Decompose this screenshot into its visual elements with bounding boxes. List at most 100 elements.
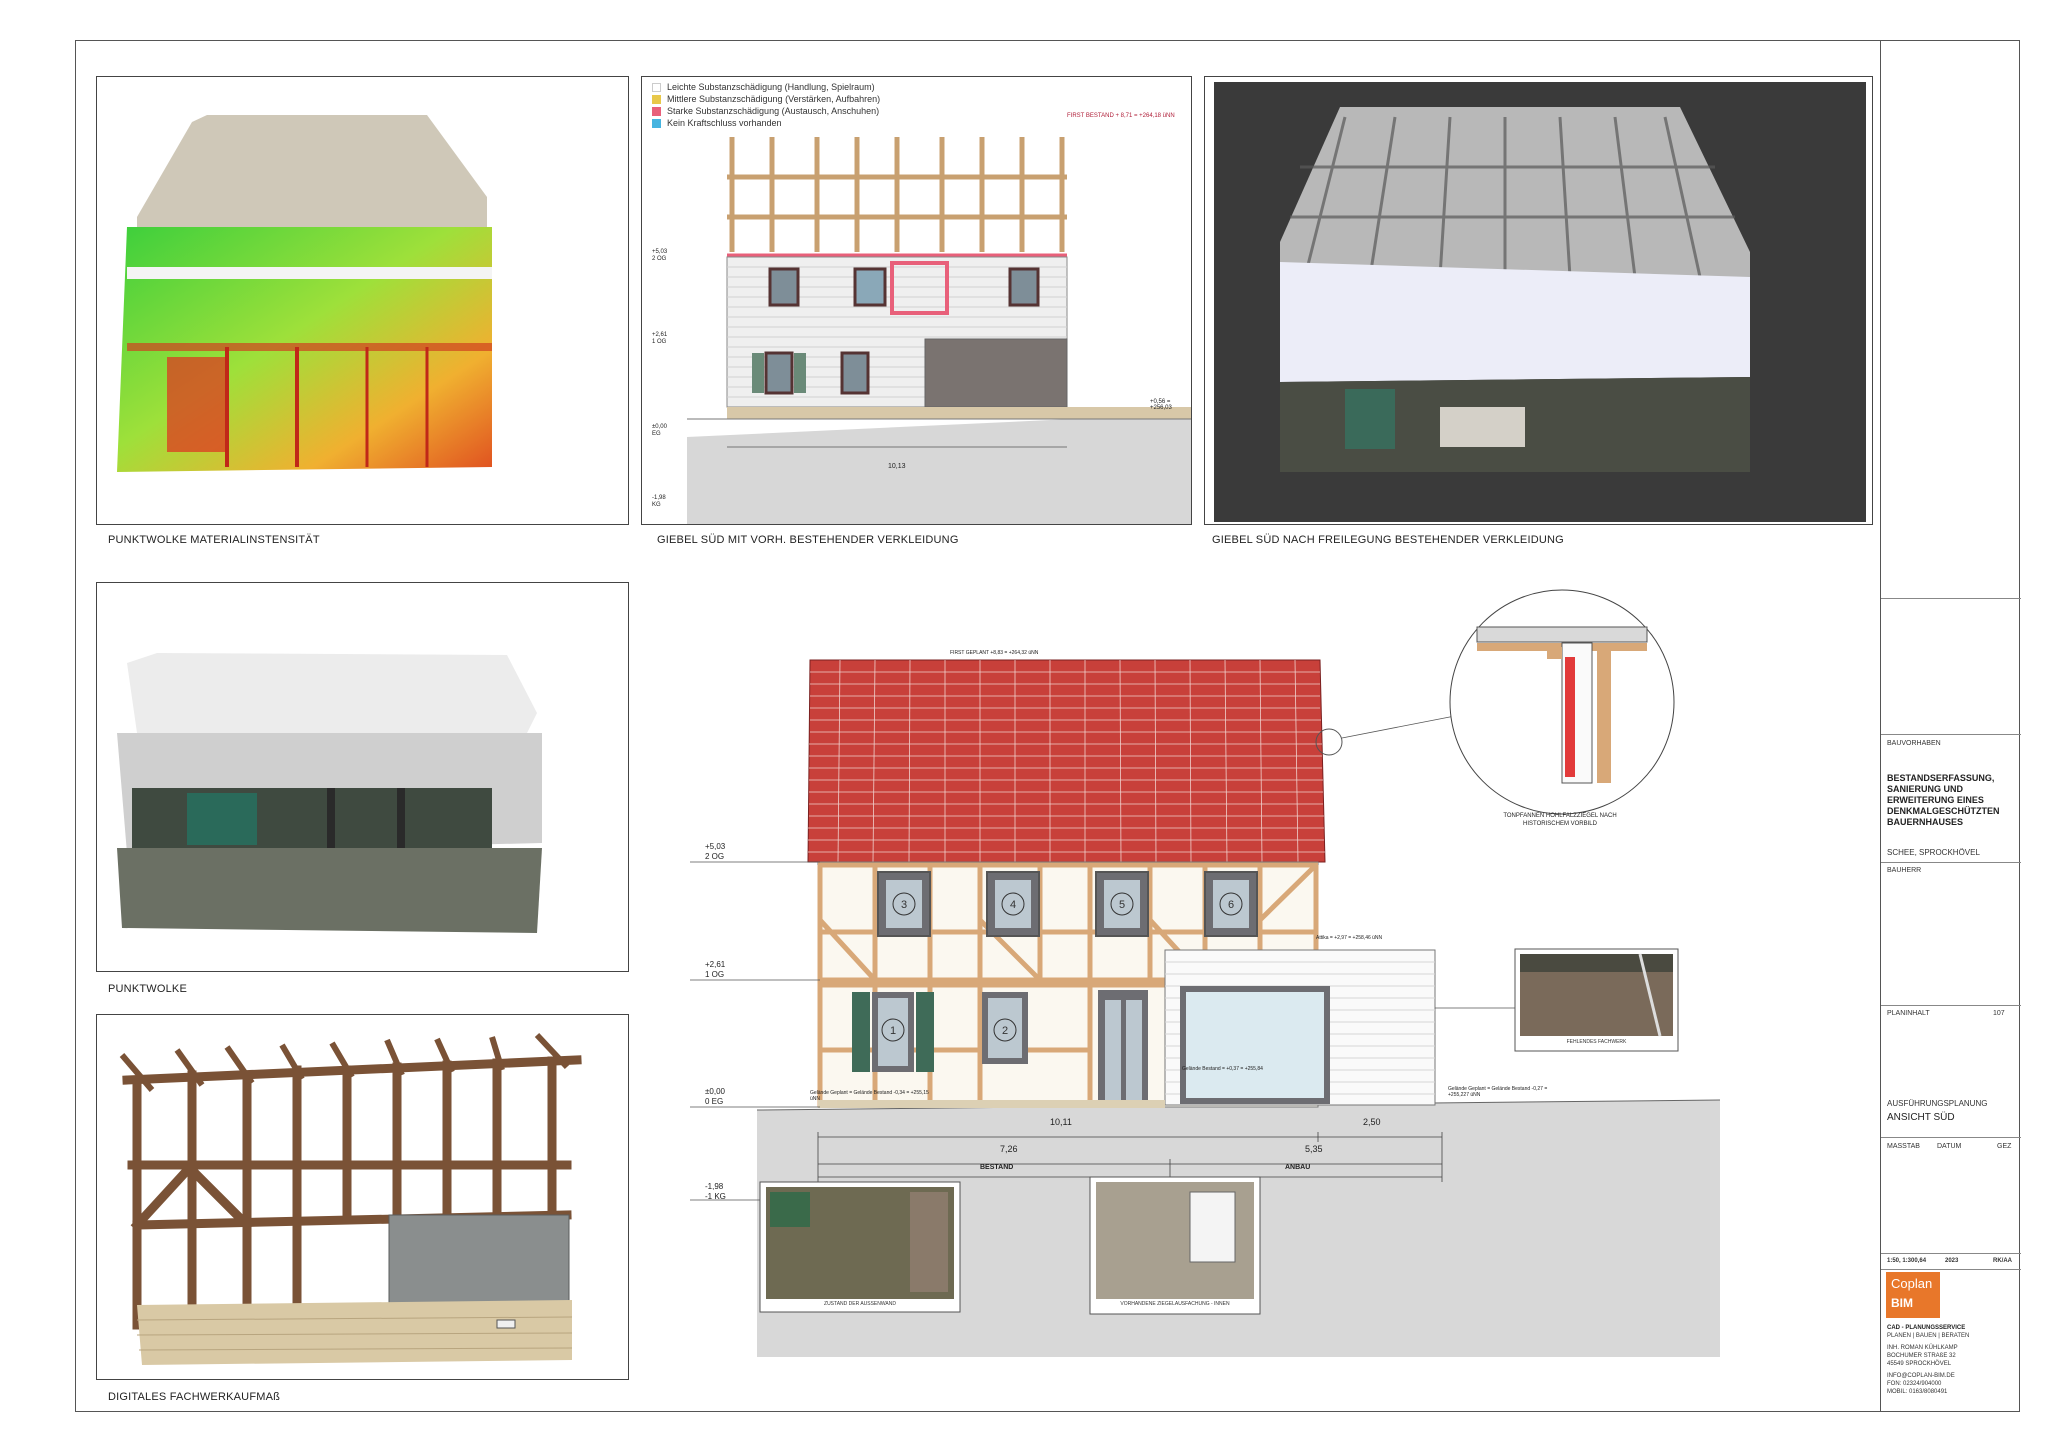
legend-swatch (652, 94, 661, 104)
dim-anbau-label: 5,35 (1305, 1144, 1323, 1154)
level-value-kg: -1,98 (705, 1182, 724, 1191)
tiled-roof (807, 659, 1326, 863)
dim-right-label: 2,50 (1363, 1117, 1381, 1127)
plan-view: ANSICHT SÜD (1887, 1112, 1955, 1123)
company-street: BOCHUMER STRAßE 32 (1887, 1353, 1956, 1359)
bestand-label: BESTAND (980, 1164, 1014, 1171)
window-upper (768, 267, 800, 307)
legend-item: Starke Substanzschädigung (Austausch, An… (652, 105, 880, 117)
gez-value: RK/AA (1993, 1258, 2012, 1264)
company-name: CAD - PLANUNGSSERVICE (1887, 1325, 1966, 1331)
project-location: SCHEE, SPROCKHÖVEL (1887, 848, 1980, 857)
window-ground (840, 351, 870, 395)
caption-gable-clad: GIEBEL SÜD MIT VORH. BESTEHENDER VERKLEI… (657, 534, 959, 546)
caption-pointcloud-intensity: PUNKTWOLKE MATERIALINSTENSITÄT (108, 534, 320, 546)
bauherr-label: BAUHERR (1887, 867, 1922, 874)
panel-timber-frame (96, 1014, 629, 1380)
svg-text:1: 1 (890, 1025, 896, 1037)
pointcloud-image (117, 653, 542, 933)
company-phone: FON: 02324/904000 (1887, 1381, 1942, 1387)
plan-number: 107 (1993, 1010, 2005, 1017)
gez-label: GEZ (1997, 1143, 2012, 1150)
title-block: BAUVORHABEN BESTANDSERFASSUNG, SANIERUNG… (1880, 40, 2021, 1412)
caption-gable-uncovered: GIEBEL SÜD NACH FREILEGUNG BESTEHENDER V… (1212, 534, 1564, 546)
terrain-left-label: Gelände Geplant = Gelände Bestand -0,34 … (810, 1090, 929, 1102)
photo-caption-brick-infill: VORHANDENE ZIEGELAUSFACHUNG - INNEN (1120, 1301, 1230, 1307)
company-email: INFO@COPLAN-BIM.DE (1887, 1373, 1955, 1379)
gable-level-eg-value: ±0,00 (652, 424, 667, 430)
level-label-1og: 1 OG (705, 970, 725, 979)
damage-legend: Leichte Substanzschädigung (Handlung, Sp… (652, 81, 880, 129)
dim-total-label: 10,11 (1050, 1117, 1072, 1127)
panel-gable-clad: Leichte Substanzschädigung (Handlung, Sp… (641, 76, 1192, 525)
photo-brick-infill (1089, 1176, 1261, 1315)
photo-outer-wall (759, 1181, 961, 1313)
gable-level-2og-value: +5,03 (652, 249, 668, 255)
gable-level-1og-value: +2,61 (652, 332, 668, 338)
legend-swatch (652, 82, 661, 92)
entrance-door (1098, 990, 1148, 1107)
gable-level-kg-value: -1,98 (652, 495, 666, 501)
photo-missing-timber (1514, 948, 1679, 1052)
dim-bestand-label: 7,26 (1000, 1144, 1018, 1154)
massstab-value: 1:50, 1:300,64 (1887, 1258, 1927, 1264)
svg-text:4: 4 (1010, 899, 1016, 911)
company-owner: INH. ROMAN KÜHLKAMP (1887, 1345, 1958, 1351)
coplan-logo: Coplan BIM (1886, 1272, 1940, 1318)
window-upper (853, 267, 887, 307)
upper-window: 3 (877, 871, 931, 937)
first-geplant-label: FIRST GEPLANT +8,83 = +264,32 üNN (950, 650, 1039, 656)
terrain-right-label: Gelände Geplant = Gelände Bestand -0,27 … (1448, 1086, 1548, 1098)
legend-item: Mittlere Substanzschädigung (Verstärken,… (652, 93, 880, 105)
caption-pointcloud: PUNKTWOLKE (108, 983, 188, 995)
level-value-1og: +2,61 (705, 960, 726, 969)
window-ground (752, 351, 806, 395)
main-elevation: 3 4 5 6 1 2 (690, 659, 1721, 1357)
upper-window: 4 (986, 871, 1040, 937)
gable-first-label: FIRST BESTAND + 8,71 = +264,18 üNN (1067, 113, 1175, 119)
level-label-2og: 2 OG (705, 852, 725, 861)
datum-label: DATUM (1937, 1143, 1962, 1150)
level-label-kg: -1 KG (705, 1192, 726, 1201)
photo-caption-outer-wall: ZUSTAND DER AUSSENWAND (824, 1301, 896, 1307)
timber-frame-model (119, 1032, 582, 1365)
gable-uncovered-image (1214, 82, 1866, 522)
plan-phase: AUSFÜHRUNGSPLANUNG (1887, 1099, 1988, 1108)
legend-swatch (652, 106, 661, 116)
project-title: BESTANDSERFASSUNG, SANIERUNG UND ERWEITE… (1887, 773, 2000, 827)
legend-item: Leichte Substanzschädigung (Handlung, Sp… (652, 81, 880, 93)
panel-pointcloud (96, 582, 629, 972)
attika-label: Attika = +2,97 = +258,46 üNN (1316, 935, 1383, 941)
bauvorhaben-label: BAUVORHABEN (1887, 740, 1941, 747)
datum-value: 2023 (1945, 1258, 1959, 1264)
window-upper (1008, 267, 1040, 307)
company-tagline: PLANEN | BAUEN | BERATEN (1887, 1333, 1970, 1339)
ground-window: 2 (982, 992, 1028, 1064)
gable-level-1og-label: 1 OG (652, 339, 667, 345)
svg-text:5: 5 (1119, 899, 1125, 911)
upper-window: 6 (1204, 871, 1258, 937)
ground-window-shuttered: 1 (852, 992, 934, 1072)
gable-level-kg-label: KG (652, 502, 661, 508)
gable-level-eg-label: EG (652, 431, 661, 437)
roof-detail-callout (1449, 589, 1675, 815)
upper-window: 5 (1095, 871, 1149, 937)
anbau-label: ANBAU (1285, 1164, 1311, 1171)
gable-right-level: +0,56 = +256,03 (1150, 399, 1172, 411)
svg-text:2: 2 (1002, 1025, 1008, 1037)
caption-timber-frame: DIGITALES FACHWERKAUFMAß (108, 1391, 281, 1403)
photo-caption-missing-timber: FEHLENDES FACHWERK (1566, 1039, 1627, 1045)
level-label-eg: 0 EG (705, 1097, 724, 1106)
svg-text:6: 6 (1228, 899, 1234, 911)
terrain-mid-label: Gelände Bestand = +0,37 = +255,84 (1182, 1066, 1263, 1072)
company-mobile: MOBIL: 0163/8080491 (1887, 1389, 1948, 1395)
gable-level-2og-label: 2 OG (652, 256, 667, 262)
panel-gable-uncovered (1204, 76, 1873, 525)
detail-note: TONPFANNEN HOHLFALZZIEGEL NACH HISTORISC… (1503, 813, 1617, 827)
company-city: 45549 SPROCKHÖVEL (1887, 1361, 1952, 1367)
annex-building (1164, 949, 1436, 1106)
svg-text:3: 3 (901, 899, 907, 911)
level-value-2og: +5,03 (705, 842, 726, 851)
legend-swatch (652, 118, 661, 128)
roof-truss (727, 137, 1067, 252)
